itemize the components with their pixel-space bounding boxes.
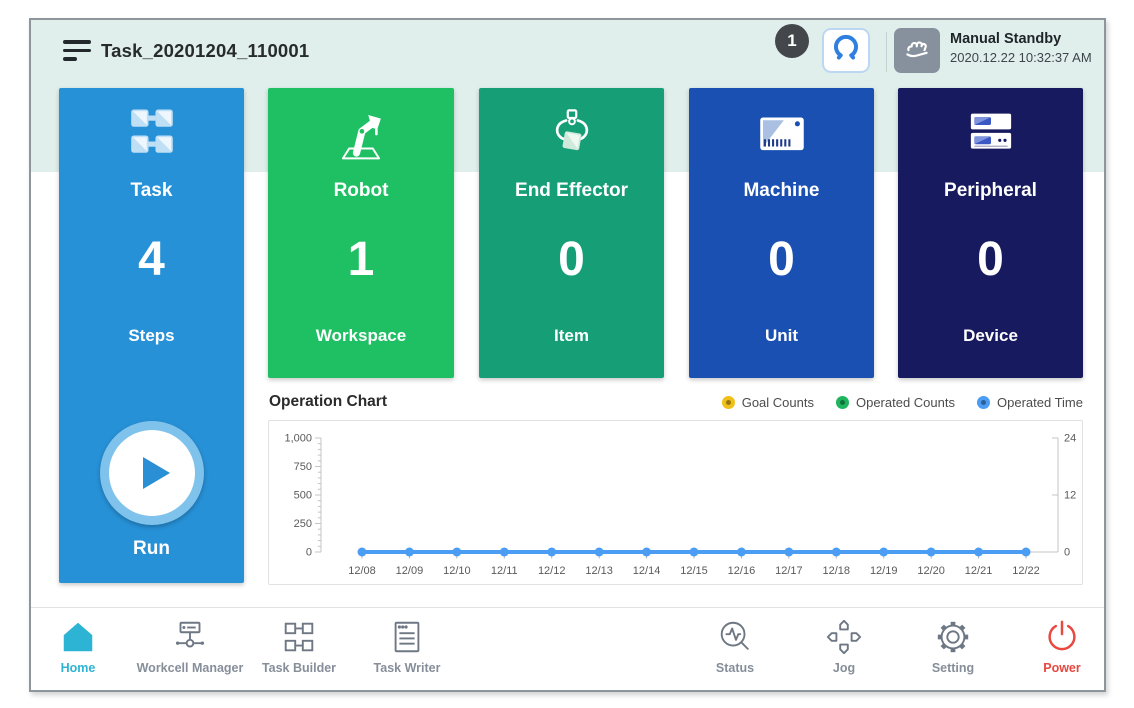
run-button[interactable] (100, 421, 204, 525)
robot-arm-icon (268, 106, 454, 162)
manual-mode-button[interactable] (894, 28, 940, 73)
task-builder-icon (280, 616, 318, 658)
play-icon (143, 457, 170, 489)
card-label: Machine (689, 180, 874, 202)
card-end-effector[interactable]: End Effector 0 Item (479, 88, 664, 378)
home-icon (59, 616, 97, 658)
svg-text:12/14: 12/14 (633, 565, 661, 577)
card-label: End Effector (479, 180, 664, 202)
manual-hand-icon (902, 33, 932, 68)
svg-text:12/12: 12/12 (538, 565, 566, 577)
svg-text:12/10: 12/10 (443, 565, 471, 577)
jog-icon (825, 616, 863, 658)
svg-text:12/08: 12/08 (348, 565, 376, 577)
card-value: 0 (479, 232, 664, 287)
svg-text:24: 24 (1064, 433, 1076, 445)
svg-text:12/15: 12/15 (680, 565, 708, 577)
svg-text:1,000: 1,000 (284, 433, 312, 445)
svg-text:500: 500 (294, 490, 312, 502)
app-window: Task_20201204_110001 1 Manual Standby 20… (29, 18, 1106, 692)
run-label: Run (133, 538, 170, 560)
nav-power[interactable]: Power (987, 616, 1134, 686)
svg-text:250: 250 (294, 518, 312, 530)
card-value: 0 (898, 232, 1083, 287)
menu-icon[interactable] (63, 40, 91, 62)
machine-icon (689, 106, 874, 158)
svg-text:12/18: 12/18 (823, 565, 851, 577)
svg-text:12/13: 12/13 (585, 565, 613, 577)
notification-badge[interactable]: 1 (775, 24, 809, 58)
workcell-manager-icon (171, 616, 209, 658)
operated-counts-dot-icon (836, 396, 849, 409)
mode-status: Manual Standby 2020.12.22 10:32:37 AM (950, 31, 1092, 65)
mode-label: Manual Standby (950, 31, 1092, 47)
svg-text:12: 12 (1064, 490, 1076, 502)
goal-counts-dot-icon (722, 396, 735, 409)
card-unit: Unit (689, 326, 874, 346)
operated-time-dot-icon (977, 396, 990, 409)
legend-operated-time: Operated Time (977, 395, 1083, 410)
card-robot[interactable]: Robot 1 Workspace (268, 88, 454, 378)
svg-text:12/19: 12/19 (870, 565, 898, 577)
svg-text:0: 0 (1064, 547, 1070, 559)
legend-operated-counts: Operated Counts (836, 395, 955, 410)
card-unit: Device (898, 326, 1083, 346)
card-peripheral[interactable]: Peripheral 0 Device (898, 88, 1083, 378)
card-label: Task (59, 180, 244, 202)
svg-text:12/21: 12/21 (965, 565, 993, 577)
mode-datetime: 2020.12.22 10:32:37 AM (950, 50, 1092, 65)
nav-divider (31, 607, 1104, 608)
gripper-icon (479, 106, 664, 162)
status-icon (716, 616, 754, 658)
peripheral-icon (898, 106, 1083, 158)
card-task[interactable]: Task 4 Steps Run (59, 88, 244, 583)
card-machine[interactable]: Machine 0 Unit (689, 88, 874, 378)
svg-text:12/16: 12/16 (728, 565, 756, 577)
servo-mode-button[interactable] (822, 28, 870, 73)
card-value: 0 (689, 232, 874, 287)
card-unit: Item (479, 326, 664, 346)
card-label: Peripheral (898, 180, 1083, 202)
operation-chart: 0 250 500 750 1,000 0 12 24 12/08 12/09 12/10 12/11… (268, 420, 1083, 585)
svg-text:12/09: 12/09 (396, 565, 424, 577)
svg-text:0: 0 (306, 547, 312, 559)
power-icon (1043, 616, 1081, 658)
legend-goal-counts: Goal Counts (722, 395, 814, 410)
card-value: 1 (268, 232, 454, 287)
chart-legend: Goal Counts Operated Counts Operated Tim… (722, 395, 1083, 410)
card-unit: Workspace (268, 326, 454, 346)
header-divider (886, 32, 887, 72)
svg-text:12/20: 12/20 (917, 565, 945, 577)
task-steps-icon (59, 106, 244, 158)
card-label: Robot (268, 180, 454, 202)
robot-joint-icon (832, 34, 860, 67)
card-unit: Steps (59, 326, 244, 346)
svg-text:12/11: 12/11 (491, 565, 518, 577)
svg-text:12/17: 12/17 (775, 565, 803, 577)
setting-icon (934, 616, 972, 658)
operation-chart-title: Operation Chart (269, 393, 387, 411)
nav-task-writer[interactable]: Task Writer (332, 616, 482, 686)
task-writer-icon (388, 616, 426, 658)
svg-text:12/22: 12/22 (1012, 565, 1040, 577)
card-value: 4 (59, 232, 244, 287)
svg-text:750: 750 (294, 461, 312, 473)
page-title: Task_20201204_110001 (101, 40, 309, 62)
